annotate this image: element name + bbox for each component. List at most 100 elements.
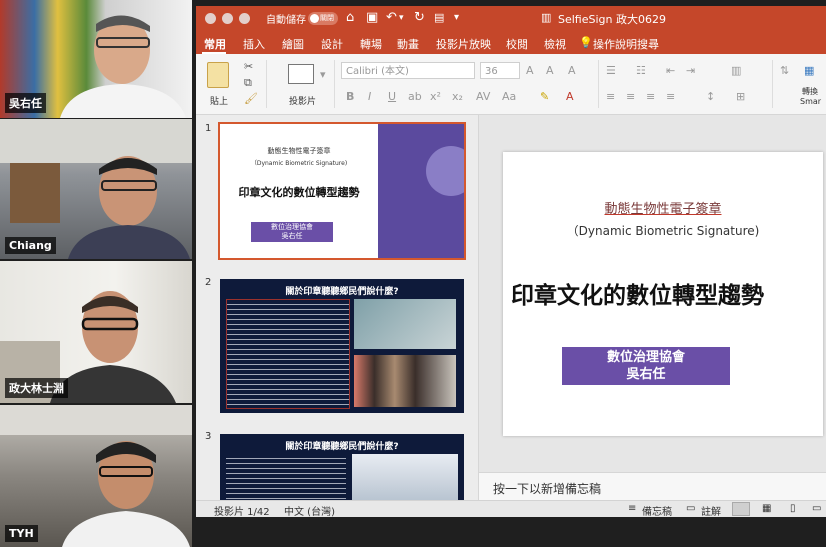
ribbon-separator: [772, 60, 773, 108]
strikethrough-icon[interactable]: ab: [408, 90, 422, 103]
slide-thumbnail-1[interactable]: 動態生物性電子簽章 （Dynamic Biometric Signature) …: [218, 122, 466, 260]
tab-design[interactable]: 設計: [321, 36, 343, 52]
slide-title[interactable]: 印章文化的數位轉型趨勢: [511, 276, 823, 310]
align-right-icon[interactable]: ≡: [646, 90, 655, 103]
slide-thumbnails-pane[interactable]: 1 動態生物性電子簽章 （Dynamic Biometric Signature…: [196, 115, 479, 500]
underline-icon[interactable]: U: [388, 90, 396, 103]
cut-icon[interactable]: ✂: [244, 60, 253, 73]
video-tile-4[interactable]: TYH: [0, 405, 192, 547]
more-icon[interactable]: ▾: [454, 10, 459, 26]
comments-icon[interactable]: ▭: [686, 503, 695, 514]
thumb-person: 吳右任: [281, 232, 303, 240]
redo-icon[interactable]: ↻: [414, 10, 425, 26]
participant-name: 政大林士淵: [5, 378, 68, 398]
justify-icon[interactable]: ≡: [666, 90, 675, 103]
thumb-name-box: 數位治理協會 吳右任: [251, 222, 333, 242]
print-icon[interactable]: ▤: [434, 10, 444, 26]
window-title: SelfieSign 政大0629: [558, 13, 666, 26]
tab-draw[interactable]: 繪圖: [282, 36, 304, 52]
tab-view[interactable]: 檢視: [544, 36, 566, 52]
decrease-indent-icon[interactable]: ⇤: [666, 64, 675, 77]
layout-icon[interactable]: ▾: [320, 68, 326, 81]
video-tile-1[interactable]: 吳右任: [0, 0, 192, 118]
paste-icon[interactable]: [207, 62, 229, 88]
subscript-icon[interactable]: x₂: [452, 90, 463, 103]
autosave-label: 自動儲存: [266, 15, 306, 26]
slideshow-button[interactable]: ▭: [812, 503, 821, 514]
thumb-moon-shape: [426, 146, 464, 196]
font-name-input[interactable]: Calibri (本文): [341, 62, 475, 79]
maximize-window-button[interactable]: [239, 13, 250, 24]
thumb-news-photo: [352, 454, 458, 500]
slide-subtitle[interactable]: 動態生物性電子簽章: [503, 198, 823, 217]
slide-thumbnail-3[interactable]: 關於印章聽聽鄉民們說什麼?: [220, 434, 464, 500]
participant-name: Chiang: [5, 237, 56, 254]
tab-transitions[interactable]: 轉場: [360, 36, 382, 52]
tab-animations[interactable]: 動畫: [397, 36, 419, 52]
superscript-icon[interactable]: x²: [430, 90, 441, 103]
increase-font-icon[interactable]: A: [526, 64, 534, 77]
slide-thumbnail-2[interactable]: 關於印章聽聽鄉民們說什麼?: [220, 279, 464, 413]
thumb-text-block: [226, 299, 350, 409]
close-window-button[interactable]: [205, 13, 216, 24]
smartart-icon[interactable]: ▦: [804, 64, 814, 77]
slide-editor[interactable]: 動態生物性電子簽章 （Dynamic Biometric Signature) …: [479, 115, 826, 472]
minimize-window-button[interactable]: [222, 13, 233, 24]
tab-home[interactable]: 常用: [204, 36, 226, 52]
new-slide-label: 投影片: [289, 97, 317, 107]
bold-icon[interactable]: B: [346, 90, 354, 103]
lightbulb-icon: 💡: [579, 36, 593, 49]
numbering-icon[interactable]: ☷: [636, 64, 646, 77]
convert-smartart-label: 轉換: [802, 87, 818, 96]
slide-org: 數位治理協會: [606, 350, 685, 365]
text-direction-icon[interactable]: ⇅: [780, 64, 789, 77]
tab-review[interactable]: 校閱: [506, 36, 528, 52]
slide-sorter-button[interactable]: ▦: [762, 503, 771, 514]
thumb-text-block: [226, 454, 346, 500]
normal-view-button[interactable]: [732, 502, 750, 516]
line-spacing-icon[interactable]: ↕: [706, 90, 715, 103]
align-left-icon[interactable]: ≡: [606, 90, 615, 103]
clear-format-icon[interactable]: A: [568, 64, 576, 77]
ribbon-separator: [598, 60, 599, 108]
slide-number: 2: [205, 277, 212, 288]
change-case-icon[interactable]: Aa: [502, 90, 516, 103]
font-size-input[interactable]: 36: [480, 62, 520, 79]
home-icon[interactable]: ⌂: [346, 10, 354, 26]
undo-icon[interactable]: ↶: [386, 10, 397, 26]
powerpoint-window: 自動儲存 關閉 ⌂ ▣ ↶ ▾ ↻ ▤ ▾ ▥ SelfieSign 政大062…: [196, 6, 826, 517]
language-indicator[interactable]: 中文 (台灣): [284, 503, 335, 517]
decrease-font-icon[interactable]: A: [546, 64, 554, 77]
align-center-icon[interactable]: ≡: [626, 90, 635, 103]
notes-icon[interactable]: ≡: [628, 503, 636, 514]
video-tile-2[interactable]: Chiang: [0, 119, 192, 259]
columns-icon[interactable]: ▥: [731, 64, 741, 77]
bullets-icon[interactable]: ☰: [606, 64, 616, 77]
notes-placeholder[interactable]: 按一下以新增備忘稿: [493, 480, 601, 497]
highlight-icon[interactable]: ✎: [540, 90, 549, 103]
italic-icon[interactable]: I: [368, 90, 371, 103]
notes-toggle-label[interactable]: 備忘稿: [642, 503, 672, 517]
tab-slideshow[interactable]: 投影片放映: [436, 36, 491, 52]
slide-subtitle-en[interactable]: （Dynamic Biometric Signature): [503, 222, 823, 239]
copy-icon[interactable]: ⧉: [244, 76, 252, 90]
reading-view-button[interactable]: ▯: [790, 503, 796, 514]
thumb-subtitle: 動態生物性電子簽章: [267, 147, 331, 155]
ribbon-tabs: 常用 插入 繪圖 設計 轉場 動畫 投影片放映 校閱 檢視 💡 操作說明搜尋: [196, 30, 826, 54]
notes-pane[interactable]: 按一下以新增備忘稿: [479, 472, 826, 501]
new-slide-icon[interactable]: [288, 64, 314, 84]
text-align-icon[interactable]: ⊞: [736, 90, 745, 103]
tell-me-search[interactable]: 操作說明搜尋: [593, 36, 659, 52]
video-tile-3[interactable]: 政大林士淵: [0, 261, 192, 403]
text-spacing-icon[interactable]: AV: [476, 90, 490, 103]
font-color-icon[interactable]: A: [566, 90, 574, 103]
thumb-photo-top: [354, 299, 456, 349]
slide-name-box[interactable]: 數位治理協會 吳右任: [562, 347, 730, 385]
current-slide[interactable]: 動態生物性電子簽章 （Dynamic Biometric Signature) …: [503, 152, 823, 436]
chevron-down-icon[interactable]: ▾: [399, 10, 404, 26]
tab-insert[interactable]: 插入: [243, 36, 265, 52]
comments-toggle-label[interactable]: 註解: [701, 503, 721, 517]
format-painter-icon[interactable]: 🖌: [244, 92, 258, 105]
save-icon[interactable]: ▣: [366, 10, 378, 26]
increase-indent-icon[interactable]: ⇥: [686, 64, 695, 77]
